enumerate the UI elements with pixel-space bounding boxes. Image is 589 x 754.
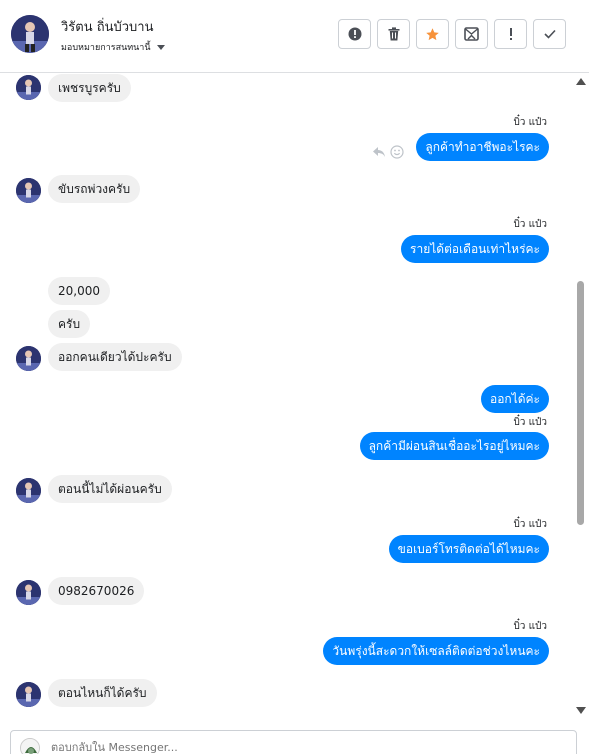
emoji-reaction-icon[interactable]	[390, 145, 404, 159]
incoming-message[interactable]: 20,000	[48, 277, 110, 305]
follow-up-button[interactable]	[494, 19, 527, 49]
contact-avatar-small[interactable]	[16, 580, 41, 605]
star-icon	[426, 27, 439, 40]
envelope-x-icon	[464, 27, 479, 41]
outgoing-message[interactable]: ออกได้ค่ะ	[481, 385, 549, 413]
exclamation-icon	[509, 28, 512, 40]
reply-input[interactable]	[51, 741, 451, 754]
incoming-message[interactable]: ขับรถพ่วงครับ	[48, 175, 141, 203]
alert-circle-icon	[348, 27, 361, 41]
message-thread[interactable]: เพชรบูรครับ บิ๋ว แป๋ว ลูกค้าทำอาชีพอะไรค…	[0, 73, 575, 725]
contact-avatar-small[interactable]	[16, 75, 41, 100]
incoming-message[interactable]: ครับ	[48, 310, 91, 338]
message-hover-actions	[372, 145, 404, 159]
incoming-message[interactable]: ออกคนเดียวได้ปะครับ	[48, 343, 182, 371]
sender-name: บิ๋ว แป๋ว	[513, 417, 547, 428]
sender-name: บิ๋ว แป๋ว	[513, 219, 547, 230]
outgoing-message[interactable]: ลูกค้าทำอาชีพอะไรคะ	[416, 133, 549, 161]
conversation-toolbar	[338, 19, 566, 49]
contact-avatar-small[interactable]	[16, 478, 41, 503]
outgoing-message[interactable]: ลูกค้ามีผ่อนสินเชื่ออะไรอยู่ไหมคะ	[359, 432, 549, 460]
scroll-up-arrow-icon[interactable]	[576, 78, 586, 85]
chevron-down-icon	[156, 44, 165, 50]
scrollbar-thumb[interactable]	[577, 281, 584, 525]
contact-avatar[interactable]	[11, 15, 49, 53]
sender-name: บิ๋ว แป๋ว	[513, 519, 547, 530]
inbox-conversation-panel: วิรัตน ถิ่นบัวบาน มอบหมายการสนทนานี้ เพช…	[0, 0, 589, 754]
incoming-message[interactable]: ตอนไหนก็ได้ครับ	[48, 679, 157, 707]
sender-name: บิ๋ว แป๋ว	[513, 621, 547, 632]
star-button[interactable]	[416, 19, 449, 49]
mark-unread-button[interactable]	[455, 19, 488, 49]
assign-label: มอบหมายการสนทนานี้	[61, 43, 151, 53]
outgoing-message[interactable]: วันพรุ่งนี้สะดวกให้เซลล์ติดต่อช่วงไหนคะ	[323, 637, 549, 665]
reply-icon[interactable]	[372, 146, 386, 158]
report-spam-button[interactable]	[338, 19, 371, 49]
mark-done-button[interactable]	[533, 19, 566, 49]
incoming-message[interactable]: ตอนนี้ไม่ได้ผ่อนครับ	[48, 475, 172, 503]
trash-icon	[388, 27, 399, 41]
assign-conversation-dropdown[interactable]: มอบหมายการสนทนานี้	[61, 40, 165, 54]
incoming-message[interactable]: เพชรบูรครับ	[48, 74, 131, 102]
page-avatar	[20, 738, 40, 754]
contact-avatar-small[interactable]	[16, 346, 41, 371]
contact-name[interactable]: วิรัตน ถิ่นบัวบาน	[61, 16, 154, 37]
delete-button[interactable]	[377, 19, 410, 49]
sender-name: บิ๋ว แป๋ว	[513, 117, 547, 128]
contact-avatar-small[interactable]	[16, 682, 41, 707]
outgoing-message[interactable]: ขอเบอร์โทรติดต่อได้ไหมคะ	[388, 535, 549, 563]
contact-avatar-small[interactable]	[16, 178, 41, 203]
incoming-message[interactable]: 0982670026	[48, 577, 145, 605]
reply-composer[interactable]	[10, 730, 577, 754]
conversation-header: วิรัตน ถิ่นบัวบาน มอบหมายการสนทนานี้	[0, 0, 589, 73]
outgoing-message[interactable]: รายได้ต่อเดือนเท่าไหร่คะ	[401, 235, 549, 263]
checkmark-icon	[543, 29, 556, 39]
scroll-down-arrow-icon[interactable]	[576, 707, 586, 714]
